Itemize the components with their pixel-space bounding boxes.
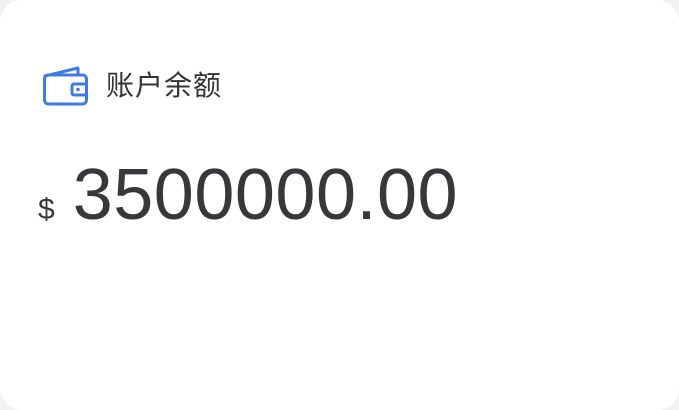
currency-symbol: $ [38, 193, 55, 226]
card-header: 账户余额 [42, 64, 222, 108]
card-title: 账户余额 [106, 69, 223, 102]
wallet-icon [42, 64, 90, 108]
account-balance-card: 账户余额 $ 3500000.00 [0, 0, 679, 410]
balance-row: $ 3500000.00 [38, 150, 458, 240]
balance-amount: 3500000.00 [72, 155, 459, 235]
